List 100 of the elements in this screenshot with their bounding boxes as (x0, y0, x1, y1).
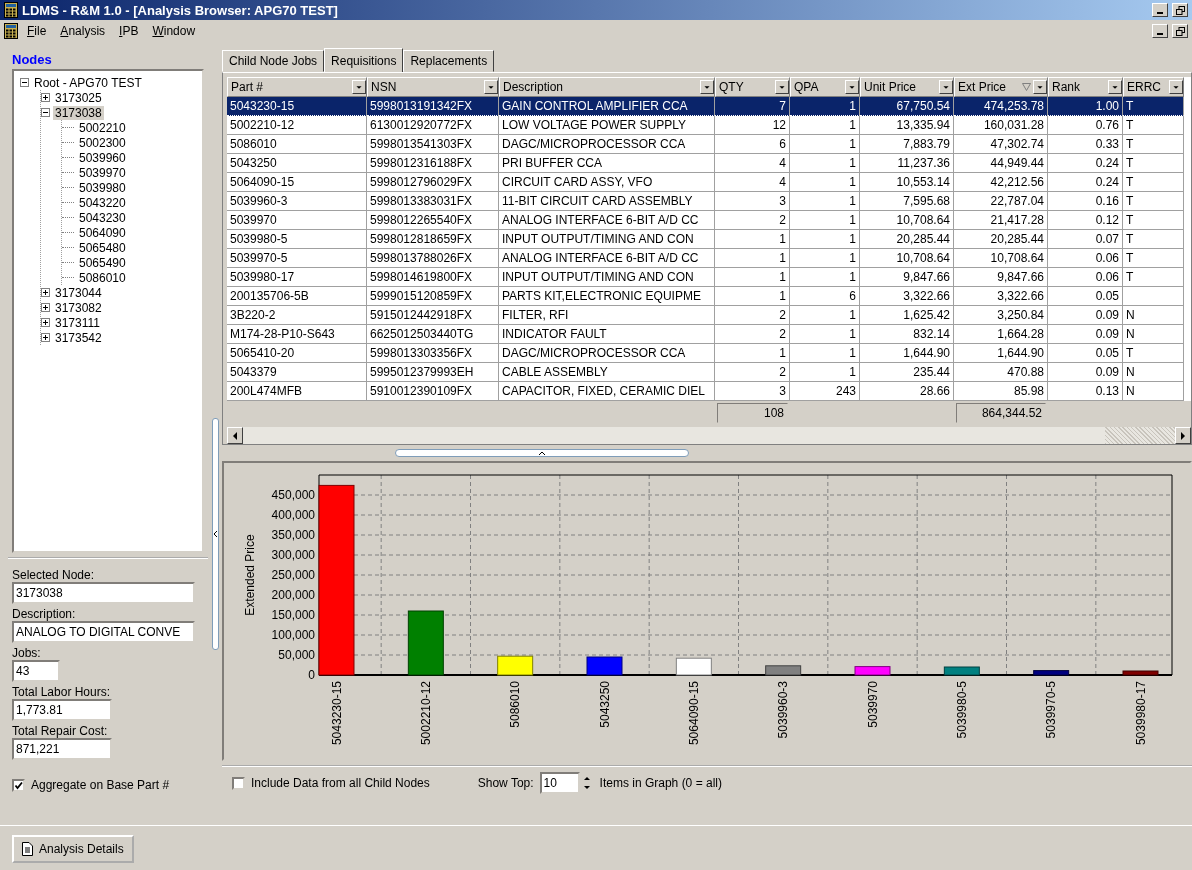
text-field[interactable]: 43 (12, 660, 60, 682)
table-cell: 13,335.94 (860, 116, 954, 135)
tree-node[interactable]: 3173038 (53, 105, 104, 120)
scroll-left-button[interactable] (227, 427, 243, 444)
column-header[interactable]: Description (499, 77, 715, 97)
table-cell: 1 (790, 230, 860, 249)
table-cell: GAIN CONTROL AMPLIFIER CCA (499, 97, 715, 116)
checkbox[interactable] (232, 776, 245, 790)
dropdown-icon[interactable] (352, 80, 366, 94)
category-label: 5039980-17 (1133, 681, 1148, 746)
tree-node[interactable]: 5043220 (77, 195, 128, 210)
table-cell: 5039980-17 (227, 268, 367, 287)
axis-tick-label: 200,000 (271, 588, 315, 602)
scrollbar-thumb[interactable] (1105, 427, 1175, 444)
expand-icon[interactable] (41, 318, 50, 327)
menu-item[interactable]: Analysis (55, 22, 111, 40)
dropdown-icon[interactable] (1108, 80, 1122, 94)
scroll-right-button[interactable] (1175, 427, 1191, 444)
tree-node[interactable]: Root - APG70 TEST (32, 75, 144, 90)
column-header[interactable]: ERRC (1123, 77, 1184, 97)
tree-node[interactable]: 3173082 (53, 300, 104, 315)
restore-button[interactable] (1172, 24, 1188, 38)
dropdown-icon[interactable] (775, 80, 789, 94)
column-header[interactable]: QPA (790, 77, 860, 97)
table-cell: 3 (715, 192, 790, 211)
tree-node[interactable]: 5065480 (77, 240, 128, 255)
table-cell (1123, 287, 1184, 306)
table-cell: 5999015120859FX (367, 287, 499, 306)
column-header[interactable]: Ext Price (954, 77, 1048, 97)
table-cell: T (1123, 173, 1184, 192)
dropdown-icon[interactable] (484, 80, 498, 94)
table-cell: 1 (790, 116, 860, 135)
table-cell: 1 (790, 325, 860, 344)
text-field[interactable]: 871,221 (12, 738, 112, 760)
tree-node[interactable]: 5039970 (77, 165, 128, 180)
menu-item[interactable]: IPB (114, 22, 144, 40)
menu-item[interactable]: Window (147, 22, 201, 40)
collapse-handle[interactable] (395, 449, 689, 457)
table-cell: T (1123, 230, 1184, 249)
tab[interactable]: Child Node Jobs (222, 50, 325, 72)
tab[interactable]: Replacements (403, 50, 495, 72)
collapse-icon[interactable] (41, 108, 50, 117)
table-cell: FILTER, RFI (499, 306, 715, 325)
text-field[interactable]: 1,773.81 (12, 699, 112, 721)
table-cell: 1 (790, 306, 860, 325)
column-header[interactable]: NSN (367, 77, 499, 97)
tree-node[interactable]: 5039980 (77, 180, 128, 195)
table-cell: 47,302.74 (954, 135, 1048, 154)
tree-node[interactable]: 5064090 (77, 225, 128, 240)
dropdown-icon[interactable] (700, 80, 714, 94)
dropdown-icon[interactable] (1169, 80, 1183, 94)
number-field[interactable]: 10 (539, 772, 580, 794)
expand-icon[interactable] (41, 333, 50, 342)
tree-node[interactable]: 5043230 (77, 210, 128, 225)
table-cell: 1 (715, 344, 790, 363)
tree-node[interactable]: 3173044 (53, 285, 104, 300)
minimize-button[interactable] (1152, 3, 1168, 17)
dropdown-icon[interactable] (1033, 80, 1047, 94)
table-cell: N (1123, 382, 1184, 401)
column-header[interactable]: QTY (715, 77, 790, 97)
category-label: 5039960-3 (776, 681, 791, 739)
table-cell: 5086010 (227, 135, 367, 154)
tree-node[interactable]: 3173542 (53, 330, 104, 345)
table-cell: 0.12 (1048, 211, 1123, 230)
expand-icon[interactable] (41, 288, 50, 297)
checkbox[interactable] (12, 778, 25, 792)
tree-node[interactable]: 5039960 (77, 150, 128, 165)
analysis-details-button[interactable]: Analysis Details (12, 834, 134, 863)
text-field[interactable]: ANALOG TO DIGITAL CONVE (12, 621, 195, 643)
dropdown-icon[interactable] (939, 80, 953, 94)
minimize-button[interactable] (1152, 24, 1168, 38)
tree-node[interactable]: 5065490 (77, 255, 128, 270)
table-cell: 5998014619800FX (367, 268, 499, 287)
expand-icon[interactable] (41, 303, 50, 312)
tree-node[interactable]: 3173111 (53, 315, 102, 330)
table-cell: 5915012442918FX (367, 306, 499, 325)
table-cell: T (1123, 344, 1184, 363)
table-cell: ANALOG INTERFACE 6-BIT A/D CC (499, 211, 715, 230)
column-header[interactable]: Rank (1048, 77, 1123, 97)
tree-node[interactable]: 5002300 (77, 135, 128, 150)
dropdown-icon[interactable] (845, 80, 859, 94)
table-cell: 5039970-5 (227, 249, 367, 268)
category-label: 5064090-15 (686, 681, 701, 746)
tree-node[interactable]: 5086010 (77, 270, 128, 285)
collapse-handle[interactable] (211, 417, 219, 650)
text-field[interactable]: 3173038 (12, 582, 195, 604)
category-label: 5043250 (597, 681, 612, 728)
table-cell: 1 (790, 173, 860, 192)
restore-button[interactable] (1172, 3, 1188, 17)
window-title: LDMS - R&M 1.0 - [Analysis Browser: APG70 TEST] (22, 2, 339, 18)
table-cell: 1 (715, 268, 790, 287)
column-header[interactable]: Unit Price (860, 77, 954, 97)
tree-node[interactable]: 5002210 (77, 120, 128, 135)
table-cell: 7 (715, 97, 790, 116)
menu-item[interactable]: File (22, 22, 52, 40)
tree-node[interactable]: 3173025 (53, 90, 104, 105)
collapse-icon[interactable] (20, 78, 29, 87)
tab[interactable]: Requisitions (324, 48, 404, 73)
column-header[interactable]: Part # (227, 77, 367, 97)
expand-icon[interactable] (41, 93, 50, 102)
